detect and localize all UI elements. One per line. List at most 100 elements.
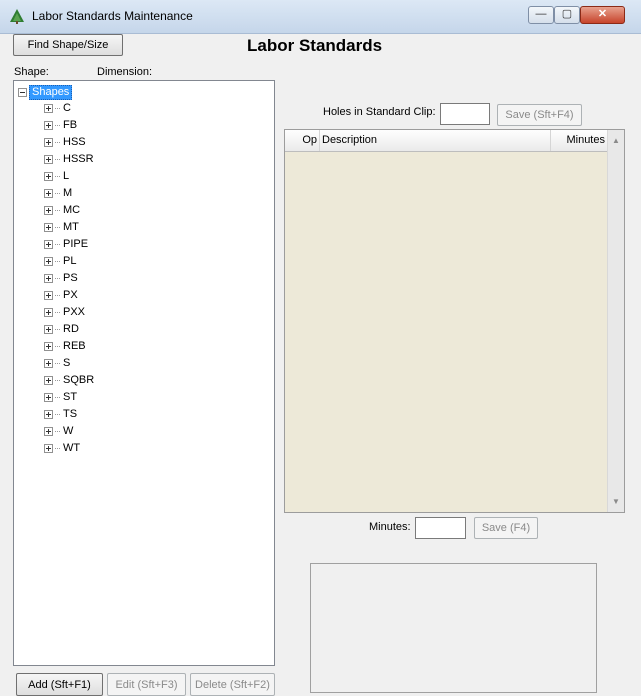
tree-connector xyxy=(55,447,60,449)
vertical-scrollbar[interactable]: ▲ ▼ xyxy=(607,130,624,512)
minimize-button[interactable]: — xyxy=(528,6,554,24)
title-bar: Labor Standards Maintenance — ▢ ✕ xyxy=(0,0,641,34)
tree-item-label[interactable]: C xyxy=(63,102,71,114)
maximize-button[interactable]: ▢ xyxy=(554,6,580,24)
tree-item-label[interactable]: L xyxy=(63,170,69,182)
expand-icon[interactable] xyxy=(44,307,53,317)
tree-item[interactable]: REB xyxy=(44,338,86,355)
expand-icon[interactable] xyxy=(44,154,53,164)
close-icon: ✕ xyxy=(597,8,608,20)
scroll-up-icon[interactable]: ▲ xyxy=(608,132,624,149)
tree-item[interactable]: FB xyxy=(44,117,77,134)
tree-item-label[interactable]: SQBR xyxy=(63,374,94,386)
delete-button[interactable]: Delete (Sft+F2) xyxy=(190,673,275,696)
tree-item-label[interactable]: PL xyxy=(63,255,76,267)
tree-item-label[interactable]: HSS xyxy=(63,136,86,148)
shape-label: Shape: xyxy=(14,66,49,78)
expand-icon[interactable] xyxy=(44,103,53,113)
expand-icon[interactable] xyxy=(44,188,53,198)
tree-item[interactable]: C xyxy=(44,100,71,117)
save-minutes-button[interactable]: Save (F4) xyxy=(474,517,538,539)
expand-icon[interactable] xyxy=(44,137,53,147)
column-header-minutes[interactable]: Minutes xyxy=(551,130,609,151)
tree-item-label[interactable]: WT xyxy=(63,442,80,454)
tree-item[interactable]: S xyxy=(44,355,70,372)
tree-connector xyxy=(55,260,60,262)
expand-icon[interactable] xyxy=(44,358,53,368)
tree-connector xyxy=(55,141,60,143)
tree-connector xyxy=(55,277,60,279)
tree-item-label[interactable]: W xyxy=(63,425,73,437)
tree-connector xyxy=(55,345,60,347)
operations-table[interactable]: Op Description Minutes ▲ ▼ xyxy=(284,129,625,513)
expand-icon[interactable] xyxy=(44,426,53,436)
tree-connector xyxy=(55,396,60,398)
minutes-input[interactable] xyxy=(415,517,466,539)
tree-connector xyxy=(55,107,60,109)
shape-tree[interactable]: Shapes C FB HSS HSSR L M MC MT PIPE PL PS PX PXX RD RE… xyxy=(13,80,275,666)
column-header-op[interactable]: Op xyxy=(285,130,320,151)
expand-icon[interactable] xyxy=(44,171,53,181)
tree-item-label[interactable]: MC xyxy=(63,204,80,216)
expand-icon[interactable] xyxy=(44,324,53,334)
tree-item[interactable]: TS xyxy=(44,406,77,423)
holes-clip-input[interactable] xyxy=(440,103,490,125)
expand-icon[interactable] xyxy=(44,375,53,385)
expand-icon[interactable] xyxy=(44,205,53,215)
expand-icon[interactable] xyxy=(44,222,53,232)
tree-item[interactable]: MC xyxy=(44,202,80,219)
tree-item[interactable]: SQBR xyxy=(44,372,94,389)
tree-item[interactable]: PXX xyxy=(44,304,85,321)
tree-connector xyxy=(55,311,60,313)
scroll-down-icon[interactable]: ▼ xyxy=(608,493,624,510)
close-button[interactable]: ✕ xyxy=(580,6,625,24)
tree-item[interactable]: HSSR xyxy=(44,151,94,168)
tree-item[interactable]: W xyxy=(44,423,73,440)
tree-item-label[interactable]: FB xyxy=(63,119,77,131)
expand-icon[interactable] xyxy=(44,120,53,130)
expand-icon[interactable] xyxy=(44,273,53,283)
save-clip-button[interactable]: Save (Sft+F4) xyxy=(497,104,582,126)
tree-item[interactable]: MT xyxy=(44,219,79,236)
find-shape-button[interactable]: Find Shape/Size xyxy=(13,34,123,56)
tree-item[interactable]: PS xyxy=(44,270,78,287)
tree-item-label[interactable]: PIPE xyxy=(63,238,88,250)
tree-item[interactable]: PL xyxy=(44,253,76,270)
tree-item[interactable]: WT xyxy=(44,440,80,457)
tree-item-label[interactable]: M xyxy=(63,187,72,199)
tree-item-label[interactable]: REB xyxy=(63,340,86,352)
tree-root-label[interactable]: Shapes xyxy=(29,85,73,100)
expand-icon[interactable] xyxy=(44,239,53,249)
tree-item-label[interactable]: S xyxy=(63,357,70,369)
holes-clip-label: Holes in Standard Clip: xyxy=(323,106,436,118)
expand-icon[interactable] xyxy=(44,392,53,402)
add-button[interactable]: Add (Sft+F1) xyxy=(16,673,103,696)
column-header-description[interactable]: Description xyxy=(320,130,551,151)
expand-icon[interactable] xyxy=(44,443,53,453)
tree-item[interactable]: M xyxy=(44,185,72,202)
expand-icon[interactable] xyxy=(44,409,53,419)
tree-item-label[interactable]: PS xyxy=(63,272,78,284)
tree-item[interactable]: RD xyxy=(44,321,79,338)
tree-item[interactable]: HSS xyxy=(44,134,86,151)
tree-item-label[interactable]: HSSR xyxy=(63,153,94,165)
tree-item-label[interactable]: TS xyxy=(63,408,77,420)
tree-item-label[interactable]: RD xyxy=(63,323,79,335)
tree-item-label[interactable]: MT xyxy=(63,221,79,233)
expand-icon[interactable] xyxy=(44,341,53,351)
tree-root-node[interactable]: Shapes xyxy=(18,85,73,100)
expand-icon[interactable] xyxy=(44,256,53,266)
details-panel xyxy=(310,563,597,693)
tree-item[interactable]: ST xyxy=(44,389,77,406)
tree-item-label[interactable]: PXX xyxy=(63,306,85,318)
tree-item[interactable]: L xyxy=(44,168,69,185)
tree-item[interactable]: PX xyxy=(44,287,78,304)
tree-item-label[interactable]: PX xyxy=(63,289,78,301)
tree-connector xyxy=(55,379,60,381)
expand-icon[interactable] xyxy=(44,290,53,300)
tree-connector xyxy=(55,226,60,228)
tree-item-label[interactable]: ST xyxy=(63,391,77,403)
tree-item[interactable]: PIPE xyxy=(44,236,88,253)
edit-button[interactable]: Edit (Sft+F3) xyxy=(107,673,186,696)
collapse-icon[interactable] xyxy=(18,88,27,97)
